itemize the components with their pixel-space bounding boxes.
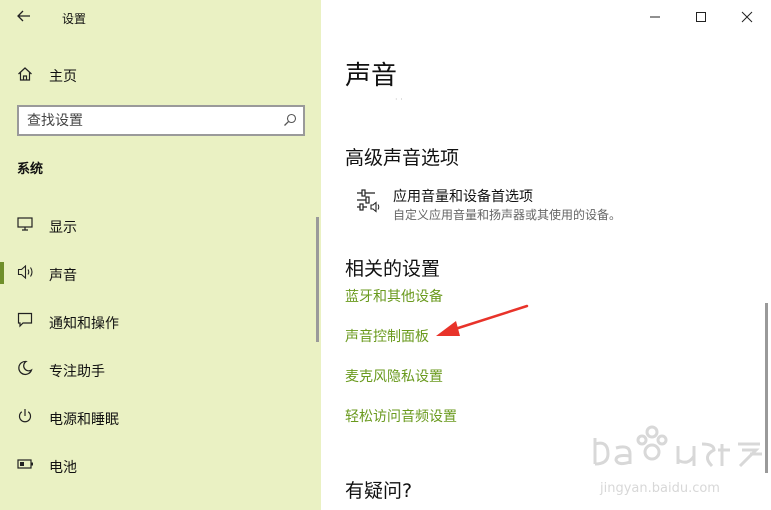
decorative-dots: · · [395, 95, 403, 104]
sidebar-item-power-sleep[interactable]: 电源和睡眠 [0, 397, 318, 437]
link-sound-control-panel[interactable]: 声音控制面板 [345, 326, 429, 346]
minimize-icon [650, 16, 660, 18]
section-heading: 系统 [17, 162, 44, 177]
sidebar-item-label: 专注助手 [49, 364, 105, 380]
app-volume-option[interactable]: 应用音量和设备首选项 自定义应用音量和扬声器或其使用的设备。 [345, 182, 745, 230]
notification-icon [17, 312, 33, 328]
sidebar-item-label: 电池 [49, 460, 77, 476]
close-button[interactable] [724, 0, 770, 32]
link-ease-of-access-audio[interactable]: 轻松访问音频设置 [345, 406, 457, 426]
sidebar-item-focus-assist[interactable]: 专注助手 [0, 349, 318, 389]
maximize-icon [696, 12, 706, 22]
settings-sidebar: 设置 主页 系统 显示 声音 通知和操作 [0, 0, 321, 510]
sidebar-item-battery[interactable]: 电池 [0, 445, 318, 485]
page-title: 声音 [345, 61, 398, 91]
sidebar-item-label: 通知和操作 [49, 316, 119, 332]
search-icon[interactable] [283, 113, 297, 127]
advanced-sound-heading: 高级声音选项 [345, 147, 460, 169]
link-microphone-privacy[interactable]: 麦克风隐私设置 [345, 366, 443, 386]
moon-icon [18, 360, 33, 376]
sidebar-item-label: 显示 [49, 220, 77, 236]
sidebar-item-notifications[interactable]: 通知和操作 [0, 301, 318, 341]
sidebar-item-label: 主页 [49, 69, 77, 85]
content-scrollbar[interactable] [765, 303, 768, 473]
sidebar-item-sound[interactable]: 声音 [0, 253, 318, 293]
home-icon [18, 67, 32, 81]
sidebar-item-label: 电源和睡眠 [49, 412, 119, 428]
mixer-sliders-icon [357, 189, 380, 213]
battery-icon [17, 459, 33, 469]
monitor-icon [17, 217, 33, 231]
power-icon [18, 409, 32, 423]
back-button[interactable] [8, 4, 40, 30]
selection-indicator [0, 262, 4, 284]
back-arrow-icon [17, 10, 30, 22]
sidebar-item-label: 声音 [49, 268, 77, 284]
title-bar: 设置 [0, 0, 321, 34]
search-input[interactable] [27, 111, 267, 130]
speaker-icon [17, 264, 33, 280]
app-title: 设置 [62, 12, 87, 26]
related-settings-heading: 相关的设置 [345, 258, 441, 280]
app-volume-description: 自定义应用音量和扬声器或其使用的设备。 [393, 208, 622, 222]
sidebar-item-home[interactable]: 主页 [0, 58, 321, 90]
close-icon [741, 11, 753, 23]
have-a-question-heading: 有疑问? [345, 480, 413, 502]
sidebar-item-display[interactable]: 显示 [0, 205, 318, 245]
maximize-button[interactable] [678, 0, 724, 32]
content-pane: 声音 · · 高级声音选项 应用音量和设备首选项 自定义应用音量和扬声器或其使用… [321, 0, 771, 510]
sidebar-scrollbar[interactable] [316, 217, 319, 342]
link-bluetooth-devices[interactable]: 蓝牙和其他设备 [345, 286, 443, 306]
search-box[interactable] [17, 105, 305, 136]
minimize-button[interactable] [632, 0, 678, 32]
app-volume-title: 应用音量和设备首选项 [393, 189, 533, 205]
